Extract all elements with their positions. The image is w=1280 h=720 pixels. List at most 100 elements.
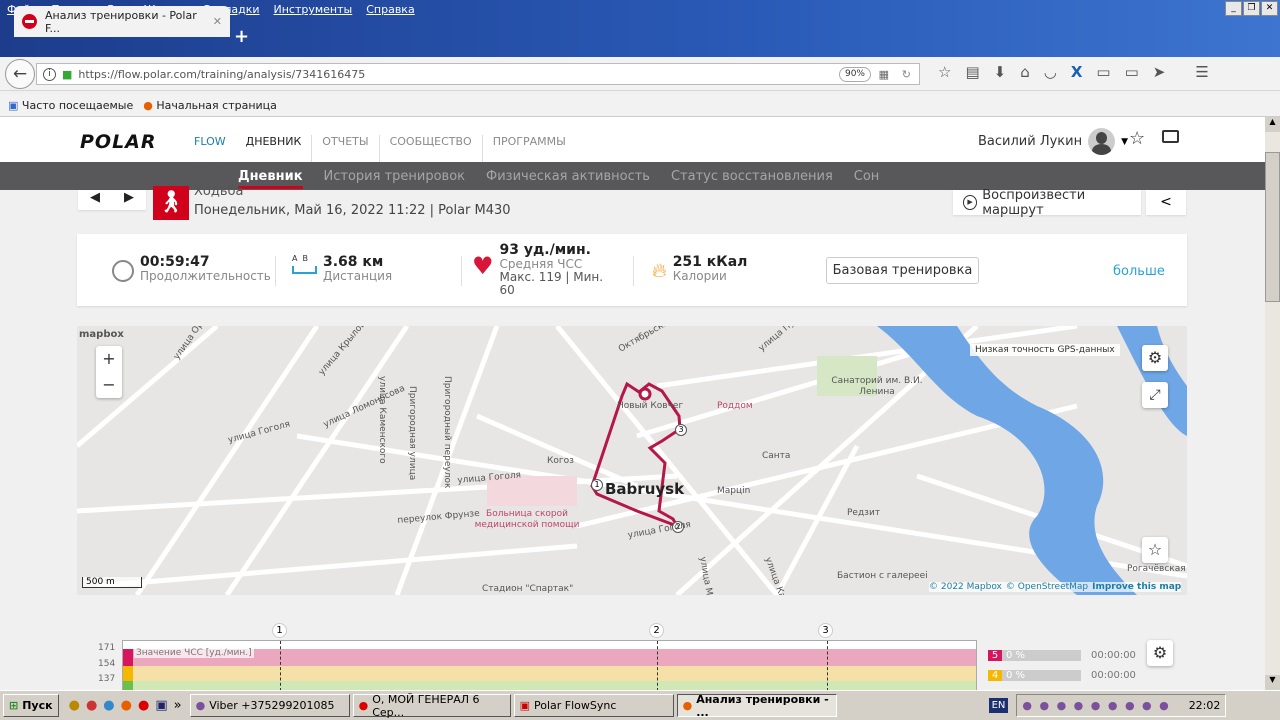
taskbar-label: Viber +375299201085 (209, 699, 335, 712)
start-button[interactable]: ⊞ Пуск (3, 694, 59, 717)
url-bar[interactable]: i ■ https://flow.polar.com/training/anal… (36, 63, 920, 85)
browser-tab[interactable]: Анализ тренировки - Polar F... ✕ (14, 6, 230, 37)
nav-programs[interactable]: ПРОГРАММЫ (481, 135, 576, 165)
bookmark-label: Часто посещаемые (21, 98, 134, 112)
save-icon[interactable]: ▣ (155, 698, 167, 713)
favorites-star-icon[interactable]: ☆ (1129, 128, 1145, 149)
info-icon[interactable]: i (43, 67, 56, 81)
nav-flow[interactable]: FLOW (184, 135, 236, 165)
opera-icon[interactable]: ● (138, 698, 149, 713)
heart-icon: ♥ (472, 252, 494, 280)
osm-link[interactable]: © OpenStreetMap (1006, 582, 1088, 592)
app-icon[interactable]: ● (69, 698, 80, 713)
lap-marker-1[interactable]: 1 (591, 479, 603, 491)
base-training-button[interactable]: Базовая тренировка (826, 257, 979, 284)
calories-label: Калории (672, 269, 727, 283)
extension-x-icon[interactable]: X (1071, 63, 1083, 81)
user-menu[interactable]: Василий Лукин ▼ (978, 128, 1128, 155)
zoom-level[interactable]: 90% (838, 67, 871, 82)
subnav-sleep[interactable]: Сон (854, 169, 880, 184)
scroll-up-button[interactable]: ▲ (1265, 117, 1280, 132)
improve-map-link[interactable]: Improve this map (1092, 582, 1181, 592)
clock: 22:02 (1188, 699, 1221, 712)
taskbar-firefox[interactable]: ● Анализ тренировки - ... (676, 693, 837, 719)
back-button[interactable]: ← (5, 59, 35, 89)
map-label: Роддом (717, 401, 753, 411)
subnav-activity[interactable]: Физическая активность (486, 169, 650, 184)
zone-number: 5 (988, 650, 1002, 661)
lap-marker-3[interactable]: 3 (675, 424, 687, 436)
streets (77, 326, 1187, 595)
reload-icon[interactable]: ↻ (902, 68, 911, 81)
messages-icon[interactable] (1162, 130, 1179, 143)
more-link[interactable]: больше (1113, 264, 1165, 279)
chart-settings-button[interactable]: ⚙ (1147, 640, 1173, 666)
taskbar-flowsync[interactable]: ▣ Polar FlowSync (513, 694, 674, 717)
minimize-button[interactable]: _ (1225, 1, 1242, 16)
mapbox-logo[interactable]: mapbox (79, 329, 124, 340)
close-tab-icon[interactable]: ✕ (213, 15, 222, 28)
sport-name: Ходьба (194, 184, 244, 199)
monitor-icon[interactable]: ▭ (1125, 63, 1139, 81)
zoom-in-button[interactable]: + (96, 346, 122, 372)
flowsync-icon: ▣ (519, 699, 530, 712)
more-chevron-icon[interactable]: » (174, 698, 182, 713)
app-icon[interactable]: ● (103, 698, 114, 713)
close-window-button[interactable]: ✕ (1261, 1, 1278, 16)
series-label: Значение ЧСС [уд./мин.] (134, 648, 254, 658)
language-indicator[interactable]: EN (988, 698, 1009, 713)
polar-logo[interactable]: POLAR (80, 131, 157, 153)
zoom-out-button[interactable]: − (96, 372, 122, 398)
replay-route-button[interactable]: ▶ Воспроизвести маршрут (953, 188, 1141, 218)
nav-community[interactable]: СООБЩЕСТВО (378, 135, 482, 165)
map-favorite-button[interactable]: ☆ (1142, 537, 1168, 563)
url-text[interactable]: https://flow.polar.com/training/analysis… (78, 68, 365, 81)
zone-percent: 0 % (1002, 670, 1081, 681)
send-icon[interactable]: ➤ (1153, 63, 1166, 81)
mapbox-copyright[interactable]: © 2022 Mapbox (929, 582, 1002, 592)
nav-diary[interactable]: ДНЕВНИК (235, 135, 312, 165)
menu-help[interactable]: Справка (359, 0, 421, 20)
menu-tools[interactable]: Инструменты (267, 0, 360, 20)
chart-lap-2[interactable]: 2 (649, 623, 664, 638)
subnav-recovery[interactable]: Статус восстановления (671, 169, 833, 184)
taskbar-viber[interactable]: ● Viber +375299201085 (189, 694, 350, 717)
window-controls: _ ❐ ✕ (1225, 1, 1278, 16)
hamburger-menu-icon[interactable]: ☰ (1195, 63, 1208, 81)
home-icon[interactable]: ⌂ (1020, 63, 1030, 81)
map-settings-button[interactable]: ⚙ (1142, 345, 1168, 371)
share-button[interactable]: < (1146, 190, 1186, 215)
quick-launch: ● ● ● ● ● ▣ » (69, 698, 182, 713)
bookmark-start-page[interactable]: ● Начальная страница (143, 99, 277, 112)
library-icon[interactable]: ▤ (965, 63, 979, 81)
bookmark-star-icon[interactable]: ☆ (938, 63, 951, 81)
route-map[interactable]: 1 2 3 mapbox + − Низкая точность GPS-данн… (77, 326, 1187, 595)
subnav-diary[interactable]: Дневник (238, 164, 303, 189)
nav-reports[interactable]: ОТЧЕТЫ (311, 135, 378, 165)
chart-lap-1[interactable]: 1 (272, 623, 287, 638)
flag-icon[interactable]: ▭ (1096, 63, 1110, 81)
firefox-icon[interactable]: ● (121, 698, 132, 713)
bookmark-most-visited[interactable]: ▣ Часто посещаемые (8, 99, 133, 112)
firefox-icon: ● (143, 98, 153, 112)
scroll-thumb[interactable] (1265, 152, 1280, 302)
chart-lap-3[interactable]: 3 (818, 623, 833, 638)
reader-icon[interactable]: ▦ (879, 68, 889, 81)
taskbar-opera[interactable]: ● О, МОЙ ГЕНЕРАЛ 6 Сер... (352, 693, 511, 719)
maximize-button[interactable]: ❐ (1243, 1, 1260, 16)
prev-training-button[interactable]: ◀ (90, 190, 100, 210)
subnav-history[interactable]: История тренировок (324, 169, 466, 184)
pocket-icon[interactable]: ◡ (1044, 63, 1057, 81)
page-scrollbar[interactable]: ▲ ▼ (1265, 117, 1280, 690)
gear-icon: ⚙ (1152, 643, 1168, 662)
hr-chart: Значение ЧСС [уд./мин.] 1 2 3 171 154 13… (0, 620, 1265, 690)
fullscreen-button[interactable]: ⤢ (1142, 382, 1168, 408)
flame-icon: 🔥︎ (652, 258, 667, 282)
scroll-down-button[interactable]: ▼ (1265, 675, 1280, 690)
chrome-icon[interactable]: ● (86, 698, 97, 713)
download-icon[interactable]: ⬇ (994, 63, 1007, 81)
tray-icons[interactable]: ● ● ● ● ● ● ● ● ● (1022, 699, 1185, 712)
new-tab-button[interactable]: + (234, 26, 249, 47)
next-training-button[interactable]: ▶ (124, 190, 134, 210)
user-name: Василий Лукин (978, 134, 1083, 149)
